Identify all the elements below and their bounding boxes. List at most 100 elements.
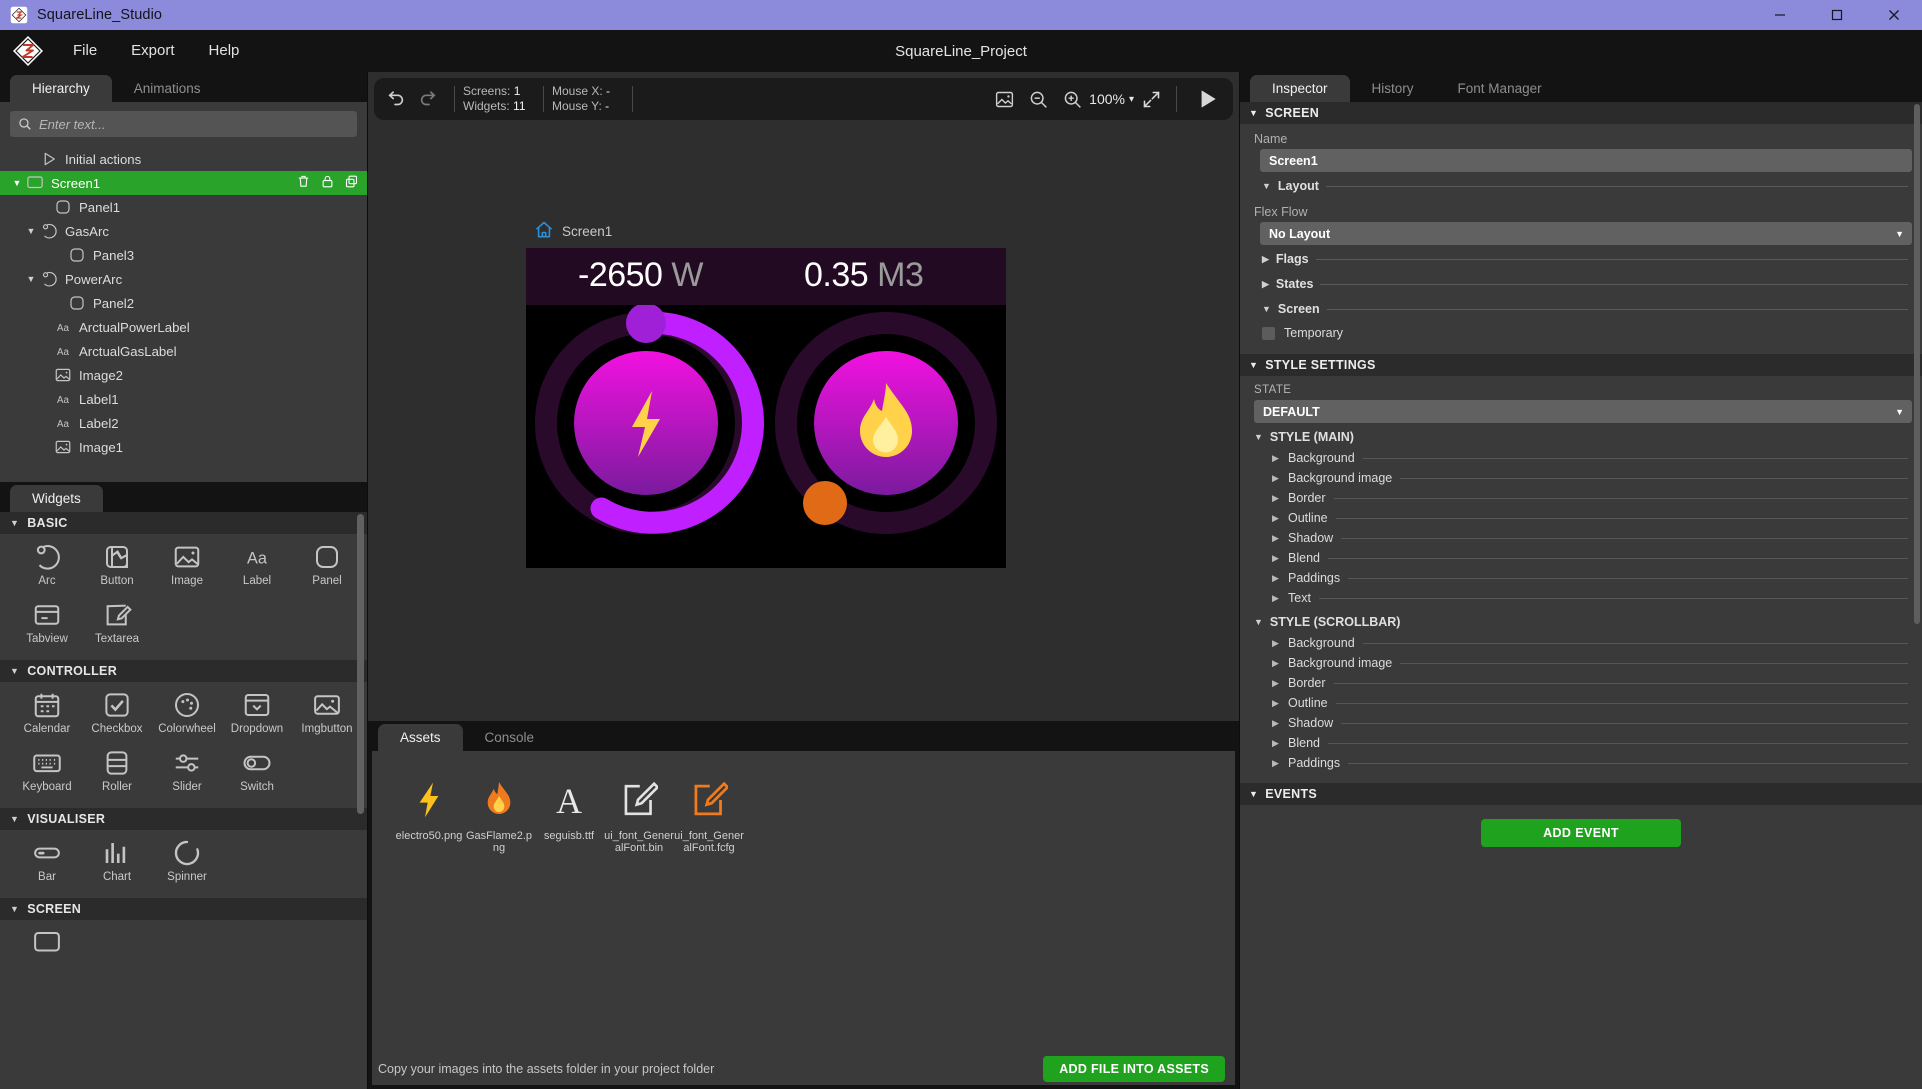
tab-console[interactable]: Console bbox=[463, 724, 557, 751]
widget-bar[interactable]: Bar bbox=[12, 836, 82, 894]
squareline-diamond-logo[interactable] bbox=[0, 34, 56, 68]
add-event-button[interactable]: ADD EVENT bbox=[1481, 819, 1681, 847]
asset-item[interactable]: Aseguisb.ttf bbox=[534, 773, 604, 854]
zoom-level-dropdown[interactable]: 100% ▾ bbox=[1089, 91, 1134, 107]
tab-inspector[interactable]: Inspector bbox=[1250, 75, 1350, 102]
state-dropdown[interactable]: DEFAULT ▼ bbox=[1254, 400, 1912, 423]
assets-body[interactable]: electro50.png GasFlame2.png Aseguisb.ttf ui… bbox=[372, 751, 1235, 1053]
asset-item[interactable]: GasFlame2.png bbox=[464, 773, 534, 854]
tree-item-label2[interactable]: Aa Label2 bbox=[0, 411, 367, 435]
style-main-text[interactable]: ▶ Text bbox=[1240, 588, 1922, 608]
style-scrollbar-shadow[interactable]: ▶ Shadow bbox=[1240, 713, 1922, 733]
widget-dropdown[interactable]: Dropdown bbox=[222, 688, 292, 746]
style-main-background[interactable]: ▶ Background bbox=[1240, 448, 1922, 468]
widget-label[interactable]: Aa Label bbox=[222, 540, 292, 598]
tree-item-image1[interactable]: Image1 bbox=[0, 435, 367, 459]
redo-icon[interactable] bbox=[412, 82, 446, 116]
tree-item-screen1[interactable]: ▼ Screen1 bbox=[0, 171, 367, 195]
style-scrollbar-outline[interactable]: ▶ Outline bbox=[1240, 693, 1922, 713]
lock-icon[interactable] bbox=[320, 174, 335, 192]
widget-keyboard[interactable]: Keyboard bbox=[12, 746, 82, 804]
tab-font-manager[interactable]: Font Manager bbox=[1436, 75, 1564, 102]
style-main-shadow[interactable]: ▶ Shadow bbox=[1240, 528, 1922, 548]
tab-assets[interactable]: Assets bbox=[378, 724, 463, 751]
style-scrollbar-background-image[interactable]: ▶ Background image bbox=[1240, 653, 1922, 673]
widget-chart[interactable]: Chart bbox=[82, 836, 152, 894]
widget-tabview[interactable]: Tabview bbox=[12, 598, 82, 656]
temporary-checkbox-row[interactable]: Temporary bbox=[1240, 320, 1922, 346]
play-icon[interactable] bbox=[1185, 82, 1229, 116]
flex-flow-dropdown[interactable]: No Layout ▼ bbox=[1260, 222, 1912, 245]
tree-item-arctualpowerlabel[interactable]: Aa ArctualPowerLabel bbox=[0, 315, 367, 339]
screen-name-input[interactable]: Screen1 bbox=[1260, 149, 1912, 172]
fit-screen-icon[interactable] bbox=[1134, 82, 1168, 116]
power-arc-gauge[interactable] bbox=[526, 305, 766, 545]
widget-roller[interactable]: Roller bbox=[82, 746, 152, 804]
tree-item-gasarc[interactable]: ▼ GasArc bbox=[0, 219, 367, 243]
asset-item[interactable]: ui_font_GeneralFont.bin bbox=[604, 773, 674, 854]
widget-colorwheel[interactable]: Colorwheel bbox=[152, 688, 222, 746]
widget-textarea[interactable]: Textarea bbox=[82, 598, 152, 656]
hierarchy-tree[interactable]: Initial actions ▼ Screen1 Panel1 ▼ GasArc Pane… bbox=[0, 141, 367, 482]
style-main-background-image[interactable]: ▶ Background image bbox=[1240, 468, 1922, 488]
duplicate-icon[interactable] bbox=[344, 174, 359, 192]
widget-checkbox[interactable]: Checkbox bbox=[82, 688, 152, 746]
menu-export[interactable]: Export bbox=[114, 30, 191, 72]
tree-item-powerarc[interactable]: ▼ PowerArc bbox=[0, 267, 367, 291]
widget-palette[interactable]: ▼ BASIC Arc Button Image Aa Label Panel Tabview T… bbox=[0, 512, 367, 1089]
states-subheader[interactable]: ▶ States bbox=[1240, 270, 1922, 295]
palette-group-screen[interactable]: ▼ SCREEN bbox=[0, 898, 367, 920]
widget-button[interactable]: Button bbox=[82, 540, 152, 598]
style-main-blend[interactable]: ▶ Blend bbox=[1240, 548, 1922, 568]
asset-item[interactable]: ui_font_GeneralFont.fcfg bbox=[674, 773, 744, 854]
zoom-in-icon[interactable] bbox=[1055, 82, 1089, 116]
palette-scrollbar[interactable] bbox=[357, 514, 364, 814]
style-main-outline[interactable]: ▶ Outline bbox=[1240, 508, 1922, 528]
style-scrollbar-props[interactable]: ▶ Background ▶ Background image ▶ Border ▶ Outl… bbox=[1240, 633, 1922, 773]
screen-preview[interactable]: Screen1 -2650 W 0.35 M3 bbox=[526, 220, 1006, 568]
maximize-icon[interactable] bbox=[1808, 0, 1865, 30]
style-scrollbar-subheader[interactable]: ▼ STYLE (SCROLLBAR) bbox=[1240, 608, 1922, 633]
tree-item-initial-actions[interactable]: Initial actions bbox=[0, 147, 367, 171]
menu-help[interactable]: Help bbox=[192, 30, 257, 72]
assets-grid[interactable]: electro50.png GasFlame2.png Aseguisb.ttf ui… bbox=[372, 751, 1235, 854]
style-scrollbar-border[interactable]: ▶ Border bbox=[1240, 673, 1922, 693]
widget-image[interactable]: Image bbox=[152, 540, 222, 598]
menu-file[interactable]: File bbox=[56, 30, 114, 72]
tree-item-image2[interactable]: Image2 bbox=[0, 363, 367, 387]
style-scrollbar-background[interactable]: ▶ Background bbox=[1240, 633, 1922, 653]
delete-icon[interactable] bbox=[296, 174, 311, 192]
undo-icon[interactable] bbox=[378, 82, 412, 116]
layout-subheader[interactable]: ▼ Layout bbox=[1240, 172, 1922, 197]
screenshot-icon[interactable] bbox=[987, 82, 1021, 116]
section-screen-header[interactable]: ▼ SCREEN bbox=[1240, 102, 1922, 124]
palette-group-controller[interactable]: ▼ CONTROLLER bbox=[0, 660, 367, 682]
style-main-subheader[interactable]: ▼ STYLE (MAIN) bbox=[1240, 423, 1922, 448]
expander-caret[interactable]: ▼ bbox=[8, 178, 26, 188]
palette-group-visualiser[interactable]: ▼ VISUALISER bbox=[0, 808, 367, 830]
style-main-border[interactable]: ▶ Border bbox=[1240, 488, 1922, 508]
tree-item-arctualgaslabel[interactable]: Aa ArctualGasLabel bbox=[0, 339, 367, 363]
style-scrollbar-paddings[interactable]: ▶ Paddings bbox=[1240, 753, 1922, 773]
device-preview[interactable]: -2650 W 0.35 M3 bbox=[526, 248, 1006, 568]
style-main-props[interactable]: ▶ Background ▶ Background image ▶ Border ▶ Outl… bbox=[1240, 448, 1922, 608]
add-file-into-assets-button[interactable]: ADD FILE INTO ASSETS bbox=[1043, 1056, 1225, 1082]
expander-caret[interactable]: ▼ bbox=[22, 226, 40, 236]
section-events-header[interactable]: ▼ EVENTS bbox=[1240, 783, 1922, 805]
widget-slider[interactable]: Slider bbox=[152, 746, 222, 804]
canvas-area[interactable]: Screen1 -2650 W 0.35 M3 bbox=[368, 120, 1239, 721]
style-main-paddings[interactable]: ▶ Paddings bbox=[1240, 568, 1922, 588]
screen-subheader[interactable]: ▼ Screen bbox=[1240, 295, 1922, 320]
widget-spinner[interactable]: Spinner bbox=[152, 836, 222, 894]
widget-panel[interactable]: Panel bbox=[292, 540, 362, 598]
tab-widgets[interactable]: Widgets bbox=[10, 485, 103, 512]
gas-arc-gauge[interactable] bbox=[766, 305, 1006, 545]
tree-item-panel2[interactable]: Panel2 bbox=[0, 291, 367, 315]
temporary-checkbox[interactable] bbox=[1262, 326, 1275, 340]
tree-item-label1[interactable]: Aa Label1 bbox=[0, 387, 367, 411]
inspector-body[interactable]: ▼ SCREEN Name Screen1 ▼ Layout Flex Flow… bbox=[1240, 102, 1922, 1089]
widget-switch[interactable]: Switch bbox=[222, 746, 292, 804]
widget-arc[interactable]: Arc bbox=[12, 540, 82, 598]
search-input[interactable]: Enter text... bbox=[10, 111, 357, 137]
widget-imgbutton[interactable]: Imgbutton bbox=[292, 688, 362, 746]
